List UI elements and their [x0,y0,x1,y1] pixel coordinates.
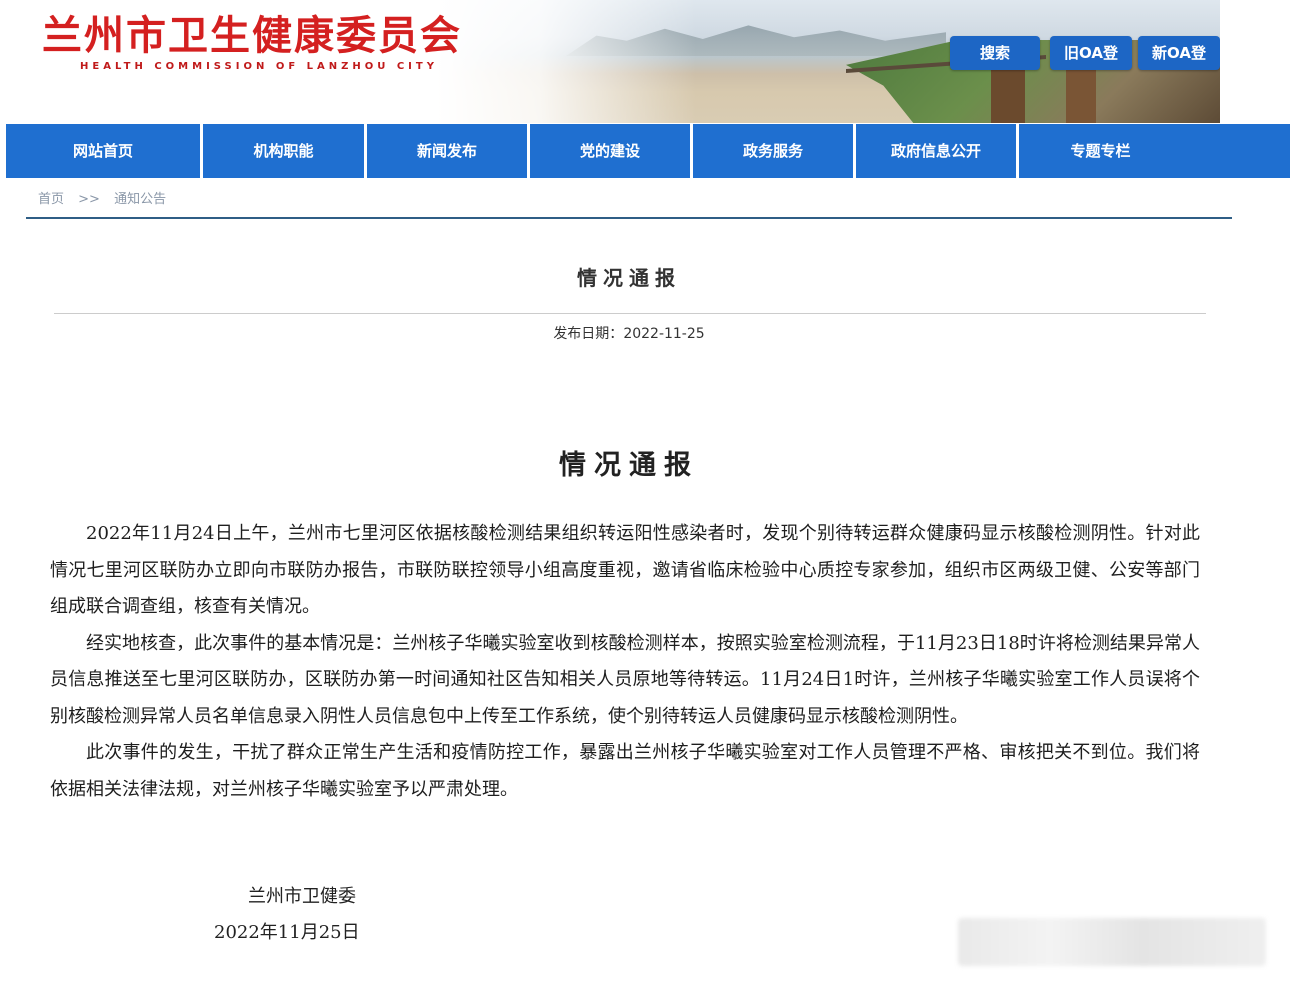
old-oa-login-button[interactable]: 旧OA登 [1050,36,1132,70]
nav-item-info-disclosure[interactable]: 政府信息公开 [856,124,1019,178]
site-logo-subtitle: HEALTH COMMISSION OF LANZHOU CITY [80,61,438,72]
new-oa-login-button[interactable]: 新OA登 [1138,36,1220,70]
article-heading: 情况通报 [577,266,681,290]
article-pubdate: 发布日期：2022-11-25 [0,323,1258,343]
pubdate-value: 2022-11-25 [623,326,705,342]
blurred-watermark [958,918,1266,966]
document-title: 情况通报 [559,450,699,481]
nav-item-party-building[interactable]: 党的建设 [530,124,693,178]
breadcrumb-current-link[interactable]: 通知公告 [114,192,166,207]
breadcrumb-divider [26,217,1232,219]
breadcrumb-home-link[interactable]: 首页 [38,192,64,207]
header-banner-fade [436,0,696,123]
site-logo-title[interactable]: 兰州市卫生健康委员会 [42,12,462,60]
breadcrumb: 首页 >> 通知公告 [38,188,176,207]
nav-item-home[interactable]: 网站首页 [6,124,203,178]
breadcrumb-separator: >> [78,192,100,207]
document-body: 2022年11月24日上午，兰州市七里河区依据核酸检测结果组织转运阳性感染者时，… [50,516,1200,808]
document-paragraph: 2022年11月24日上午，兰州市七里河区依据核酸检测结果组织转运阳性感染者时，… [50,523,1200,617]
nav-item-special-topics[interactable]: 专题专栏 [1019,124,1182,178]
site-header: 兰州市卫生健康委员会 HEALTH COMMISSION OF LANZHOU … [6,0,1220,123]
nav-item-functions[interactable]: 机构职能 [203,124,367,178]
pubdate-label: 发布日期： [553,326,624,342]
document-paragraph: 此次事件的发生，干扰了群众正常生产生活和疫情防控工作，暴露出兰州核子华曦实验室对… [50,742,1200,800]
search-button[interactable]: 搜索 [950,36,1040,70]
main-nav: 网站首页 机构职能 新闻发布 党的建设 政务服务 政府信息公开 专题专栏 [6,124,1290,178]
document-signature-date: 2022年11月25日 [214,922,360,943]
nav-item-gov-services[interactable]: 政务服务 [693,124,856,178]
article-heading-divider [54,313,1206,314]
nav-item-news[interactable]: 新闻发布 [367,124,530,178]
document-paragraph: 经实地核查，此次事件的基本情况是：兰州核子华曦实验室收到核酸检测样本，按照实验室… [50,632,1200,727]
document-signature-org: 兰州市卫健委 [248,886,356,907]
nav-filler [1182,124,1290,178]
